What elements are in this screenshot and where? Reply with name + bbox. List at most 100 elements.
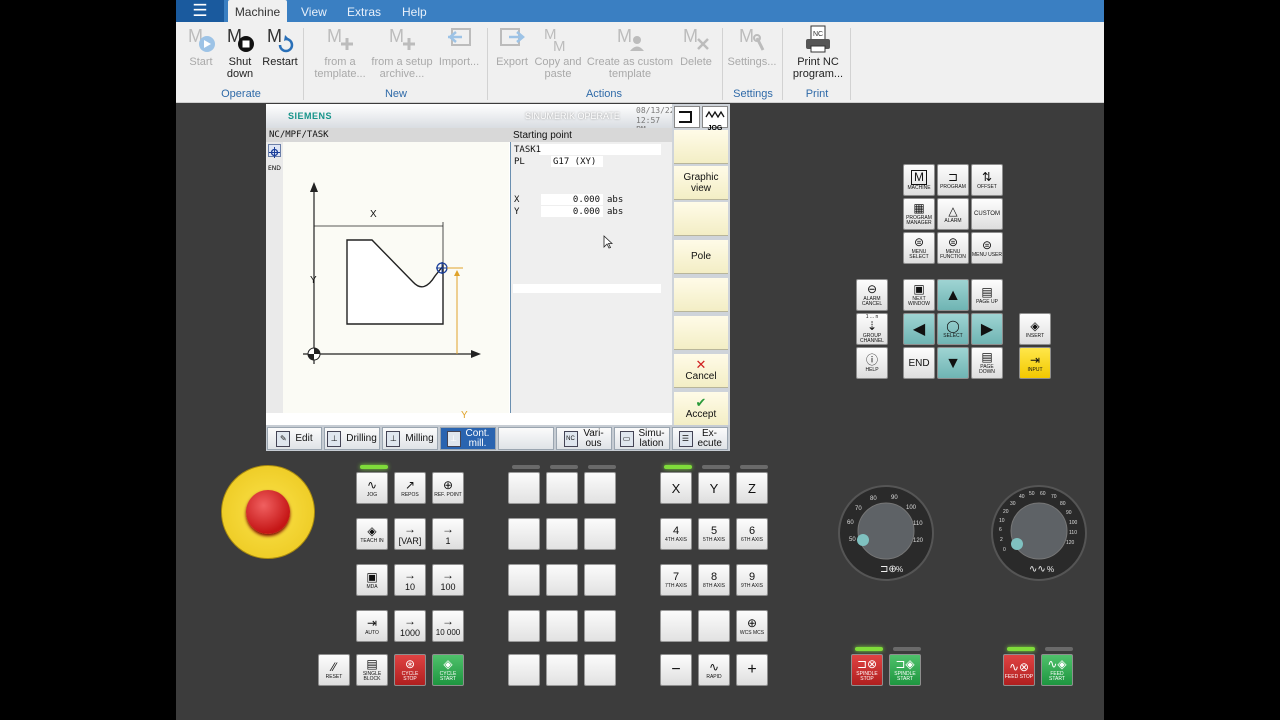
blank-key[interactable] bbox=[584, 610, 616, 642]
execute-softkey[interactable]: ☰ Ex- ecute bbox=[672, 427, 728, 450]
cycle-stop-key[interactable]: ⊛ CYCLE STOP bbox=[394, 654, 426, 686]
inc-1-key[interactable]: → 1 bbox=[432, 518, 464, 550]
cancel-softkey[interactable]: ✕ Cancel bbox=[674, 354, 728, 388]
mda-key[interactable]: ▣ MDA bbox=[356, 564, 388, 596]
tab-view[interactable]: View bbox=[301, 0, 327, 22]
milling-softkey[interactable]: ⊥ Milling bbox=[382, 427, 438, 450]
end-key[interactable]: END bbox=[903, 347, 935, 379]
auto-key[interactable]: ⇥ AUTO bbox=[356, 610, 388, 642]
plane-field[interactable]: G17 (XY) bbox=[551, 156, 603, 167]
various-softkey[interactable]: NC Vari- ous bbox=[556, 427, 612, 450]
machine-area-softkey[interactable] bbox=[674, 106, 700, 128]
blank-key[interactable] bbox=[546, 518, 578, 550]
spindle-stop-key[interactable]: ⊐⊗ SPINDLE STOP bbox=[851, 654, 883, 686]
emergency-stop-button[interactable] bbox=[221, 465, 315, 559]
tab-machine[interactable]: Machine bbox=[228, 0, 287, 22]
blank-key[interactable] bbox=[546, 654, 578, 686]
blank-key[interactable] bbox=[546, 564, 578, 596]
softkey-empty[interactable] bbox=[498, 427, 554, 450]
program-manager-key[interactable]: ▦ PROGRAM MANAGER bbox=[903, 198, 935, 230]
spindle-start-key[interactable]: ⊐◈ SPINDLE START bbox=[889, 654, 921, 686]
alarm-cancel-key[interactable]: ⊖ ALARM CANCEL bbox=[856, 279, 888, 311]
end-step[interactable]: END bbox=[268, 165, 281, 172]
blank-key[interactable] bbox=[508, 518, 540, 550]
restart-button[interactable]: M Restart bbox=[262, 24, 298, 68]
blank-key[interactable] bbox=[546, 610, 578, 642]
jog-key[interactable]: ∿ JOG bbox=[356, 472, 388, 504]
softkey-3[interactable] bbox=[674, 202, 728, 236]
reset-key[interactable]: ⁄⁄ RESET bbox=[318, 654, 350, 686]
export-button[interactable]: Export bbox=[494, 24, 530, 68]
blank-key[interactable] bbox=[584, 654, 616, 686]
page-up-key[interactable]: ▤ PAGE UP bbox=[971, 279, 1003, 311]
alarm-key[interactable]: △ ALARM bbox=[937, 198, 969, 230]
minus-key[interactable]: − bbox=[660, 654, 692, 686]
var-key[interactable]: → [VAR] bbox=[394, 518, 426, 550]
start-button[interactable]: M Start bbox=[183, 24, 219, 68]
offset-key[interactable]: ⇅ OFFSET bbox=[971, 164, 1003, 196]
feed-override-dial[interactable]: 0 2 6 10 20 30 40 50 60 70 80 90 100 110… bbox=[989, 483, 1089, 583]
help-key[interactable]: ⓘ HELP bbox=[856, 347, 888, 379]
hamburger-menu-icon[interactable]: ☰ bbox=[176, 0, 224, 22]
inc-1000-key[interactable]: → 1000 bbox=[394, 610, 426, 642]
menu-select-key[interactable]: ⊜ MENU SELECT bbox=[903, 232, 935, 264]
accept-softkey[interactable]: ✔ Accept bbox=[674, 392, 728, 426]
blank-key[interactable] bbox=[584, 564, 616, 596]
program-key[interactable]: ⊐ PROGRAM bbox=[937, 164, 969, 196]
cycle-start-key[interactable]: ◈ CYCLE START bbox=[432, 654, 464, 686]
softkey-1[interactable] bbox=[674, 130, 728, 164]
blank-key[interactable] bbox=[508, 472, 540, 504]
axis-z-key[interactable]: Z bbox=[736, 472, 768, 504]
rapid-key[interactable]: ∿ RAPID bbox=[698, 654, 730, 686]
copy-paste-button[interactable]: MM Copy and paste bbox=[532, 24, 584, 80]
repos-key[interactable]: ↗ REPOS bbox=[394, 472, 426, 504]
insert-key[interactable]: ◈ INSERT bbox=[1019, 313, 1051, 345]
inc-100-key[interactable]: → 100 bbox=[432, 564, 464, 596]
custom-template-button[interactable]: M Create as custom template bbox=[586, 24, 674, 80]
group-channel-key[interactable]: 1 ... n ⇣ GROUP CHANNEL bbox=[856, 313, 888, 345]
menu-function-key[interactable]: ⊜ MENU FUNCTION bbox=[937, 232, 969, 264]
blank-key[interactable] bbox=[546, 472, 578, 504]
arrow-down-key[interactable]: ▼ bbox=[937, 347, 969, 379]
simulation-softkey[interactable]: ▭ Simu- lation bbox=[614, 427, 670, 450]
contour-milling-softkey[interactable]: ⊥ Cont. mill. bbox=[440, 427, 496, 450]
blank-key[interactable] bbox=[698, 610, 730, 642]
inc-10000-key[interactable]: → 10 000 bbox=[432, 610, 464, 642]
softkey-6[interactable] bbox=[674, 316, 728, 350]
axis-6-key[interactable]: 6 6TH AXIS bbox=[736, 518, 768, 550]
feed-stop-key[interactable]: ∿⊗ FEED STOP bbox=[1003, 654, 1035, 686]
page-down-key[interactable]: ▤ PAGE DOWN bbox=[971, 347, 1003, 379]
y-value-field[interactable]: 0.000 bbox=[541, 206, 603, 217]
blank-key[interactable] bbox=[584, 472, 616, 504]
start-point-step[interactable] bbox=[268, 144, 281, 158]
x-value-field[interactable]: 0.000 bbox=[541, 194, 603, 205]
inc-10-key[interactable]: → 10 bbox=[394, 564, 426, 596]
axis-5-key[interactable]: 5 5TH AXIS bbox=[698, 518, 730, 550]
ref-point-key[interactable]: ⊕ REF. POINT bbox=[432, 472, 464, 504]
machine-key[interactable]: M MACHINE bbox=[903, 164, 935, 196]
jog-softkey[interactable]: JOG bbox=[702, 106, 728, 132]
select-key[interactable]: ◯ SELECT bbox=[937, 313, 969, 345]
settings-button[interactable]: M Settings... bbox=[727, 24, 777, 68]
blank-key[interactable] bbox=[584, 518, 616, 550]
pole-softkey[interactable]: Pole bbox=[674, 240, 728, 274]
shutdown-button[interactable]: M Shut down bbox=[223, 24, 257, 80]
graphic-view-softkey[interactable]: Graphic view bbox=[674, 166, 728, 200]
next-window-key[interactable]: ▣ NEXT WINDOW bbox=[903, 279, 935, 311]
axis-7-key[interactable]: 7 7TH AXIS bbox=[660, 564, 692, 596]
drilling-softkey[interactable]: ⊥ Drilling bbox=[324, 427, 380, 450]
from-setup-archive-button[interactable]: M from a setup archive... bbox=[369, 24, 435, 80]
axis-y-key[interactable]: Y bbox=[698, 472, 730, 504]
custom-key[interactable]: CUSTOM bbox=[971, 198, 1003, 230]
blank-key[interactable] bbox=[508, 564, 540, 596]
feed-start-key[interactable]: ∿◈ FEED START bbox=[1041, 654, 1073, 686]
single-block-key[interactable]: ▤ SINGLE BLOCK bbox=[356, 654, 388, 686]
edit-softkey[interactable]: ✎ Edit bbox=[267, 427, 322, 450]
axis-x-key[interactable]: X bbox=[660, 472, 692, 504]
menu-user-key[interactable]: ⊜ MENU USER bbox=[971, 232, 1003, 264]
input-key[interactable]: ⇥ INPUT bbox=[1019, 347, 1051, 379]
axis-8-key[interactable]: 8 8TH AXIS bbox=[698, 564, 730, 596]
blank-key[interactable] bbox=[660, 610, 692, 642]
delete-button[interactable]: M Delete bbox=[677, 24, 715, 68]
blank-key[interactable] bbox=[508, 654, 540, 686]
